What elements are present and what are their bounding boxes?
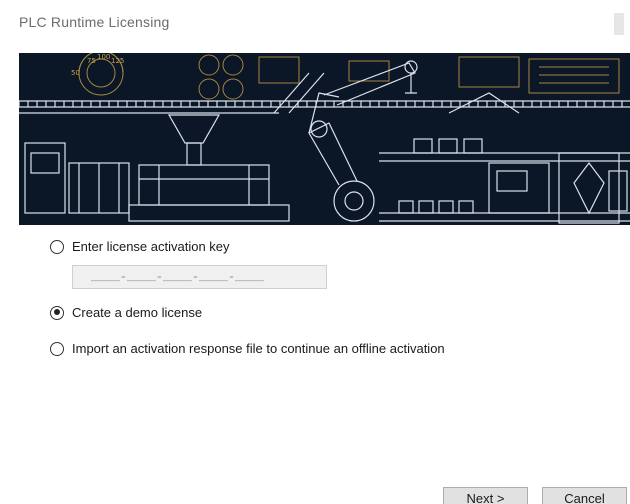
activation-key-field[interactable]: ____-____-____-____-____ [72, 265, 327, 289]
gauge-label: 100 [97, 53, 110, 61]
radio-demo-license[interactable] [50, 305, 64, 320]
option-enter-key[interactable]: Enter license activation key [50, 239, 230, 254]
window-title: PLC Runtime Licensing [19, 14, 170, 30]
factory-banner-image: 75 100 125 50 [19, 53, 630, 225]
gauge-label: 50 [71, 69, 80, 77]
next-button[interactable]: Next > [443, 487, 528, 504]
radio-import-response[interactable] [50, 341, 64, 356]
option-enter-key-label: Enter license activation key [72, 239, 230, 254]
cancel-button[interactable]: Cancel [542, 487, 627, 504]
option-import-response[interactable]: Import an activation response file to co… [50, 341, 445, 356]
option-import-response-label: Import an activation response file to co… [72, 341, 445, 356]
gauge-label: 75 [87, 57, 96, 65]
option-demo-license-label: Create a demo license [72, 305, 203, 320]
licensing-dialog: PLC Runtime Licensing 75 100 125 50 Ente… [0, 0, 630, 504]
window-control[interactable] [614, 13, 624, 35]
gauge-label: 125 [111, 57, 124, 65]
radio-enter-key[interactable] [50, 239, 64, 254]
option-demo-license[interactable]: Create a demo license [50, 305, 202, 320]
factory-illustration: 75 100 125 50 [19, 53, 630, 225]
title-bar: PLC Runtime Licensing [0, 0, 630, 44]
